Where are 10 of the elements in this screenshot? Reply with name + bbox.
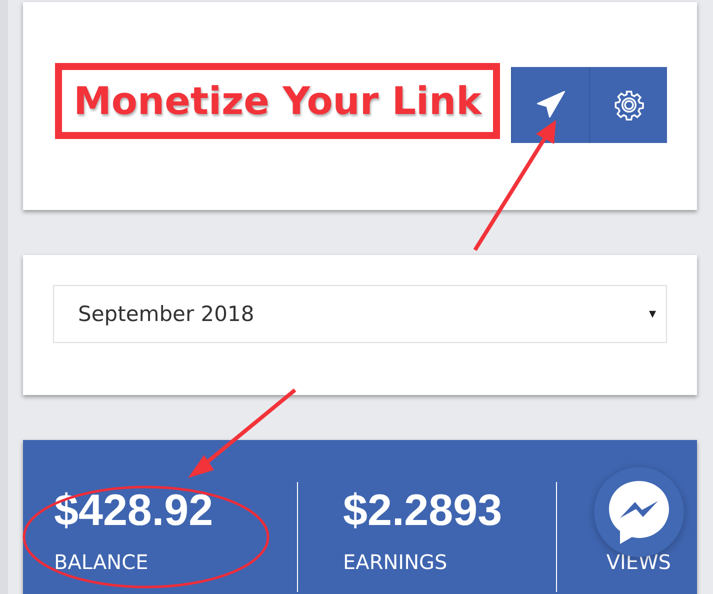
stat-value: $428.92 xyxy=(54,486,214,537)
chat-bubble-icon xyxy=(607,479,671,545)
settings-button[interactable] xyxy=(589,67,667,143)
stat-value: $2.2893 xyxy=(343,486,504,537)
stat-label: BALANCE xyxy=(54,550,150,574)
annotation-label: Monetize Your Link xyxy=(55,63,500,139)
send-button[interactable] xyxy=(511,67,589,143)
month-select[interactable]: September 2018 ▾ xyxy=(53,285,667,343)
settings-icon xyxy=(612,89,644,121)
stat-label: EARNINGS xyxy=(343,550,448,574)
